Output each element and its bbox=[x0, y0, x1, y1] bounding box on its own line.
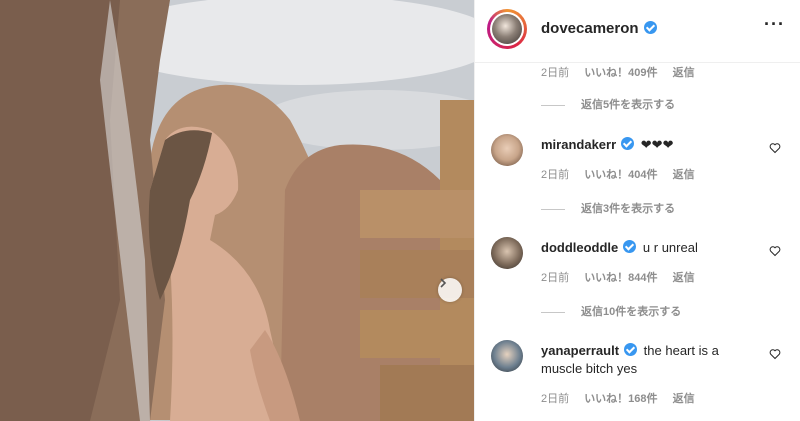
heart-icon[interactable] bbox=[769, 142, 781, 154]
time: 2日前 bbox=[541, 67, 570, 79]
reply-button[interactable]: 返信 bbox=[673, 67, 695, 79]
comment-panel: dovecameron ··· 2日前 いいね！409件 返信 返信5件を表示す… bbox=[474, 0, 800, 421]
comment-meta: 2日前 いいね！844件 返信 bbox=[541, 272, 695, 284]
more-options-icon[interactable]: ··· bbox=[764, 14, 785, 35]
heart-icon[interactable] bbox=[769, 348, 781, 360]
comment-meta: 2日前 いいね！168件 返信 bbox=[541, 393, 695, 405]
avatar[interactable] bbox=[491, 237, 523, 269]
comment-username[interactable]: mirandakerr bbox=[541, 137, 616, 152]
reply-button[interactable]: 返信 bbox=[673, 393, 695, 405]
heart-icon[interactable] bbox=[769, 245, 781, 257]
author-username[interactable]: dovecameron bbox=[541, 20, 657, 37]
comment-meta: 2日前 いいね！404件 返信 bbox=[541, 169, 695, 181]
caption-meta: 2日前 いいね！409件 返信 bbox=[541, 64, 707, 80]
chevron-right-icon bbox=[440, 278, 447, 288]
comment-username[interactable]: doddleoddle bbox=[541, 240, 618, 255]
next-photo-button[interactable] bbox=[438, 278, 462, 302]
comment-username[interactable]: yanaperrault bbox=[541, 343, 619, 358]
comment-text: doddleoddle u r unreal bbox=[541, 240, 698, 255]
photo-illustration bbox=[0, 0, 474, 421]
view-replies-button[interactable]: 返信3件を表示する bbox=[541, 200, 675, 216]
post-header: dovecameron ··· bbox=[475, 0, 800, 63]
verified-icon bbox=[623, 240, 637, 253]
comment-text: yanaperrault the heart is a muscle bitch… bbox=[541, 343, 719, 376]
reply-button[interactable]: 返信 bbox=[673, 169, 695, 181]
avatar[interactable] bbox=[491, 134, 523, 166]
comment-text: mirandakerr ❤❤❤ bbox=[541, 137, 674, 152]
likes-count[interactable]: いいね！409件 bbox=[584, 67, 657, 79]
view-replies-button[interactable]: 返信5件を表示する bbox=[541, 96, 675, 112]
verified-icon bbox=[621, 137, 635, 150]
avatar[interactable] bbox=[491, 340, 523, 372]
verified-icon bbox=[643, 21, 657, 34]
view-replies-button[interactable]: 返信10件を表示する bbox=[541, 303, 681, 319]
reply-button[interactable]: 返信 bbox=[673, 272, 695, 284]
post-photo bbox=[0, 0, 474, 421]
verified-icon bbox=[624, 343, 638, 356]
author-avatar[interactable] bbox=[487, 9, 527, 49]
